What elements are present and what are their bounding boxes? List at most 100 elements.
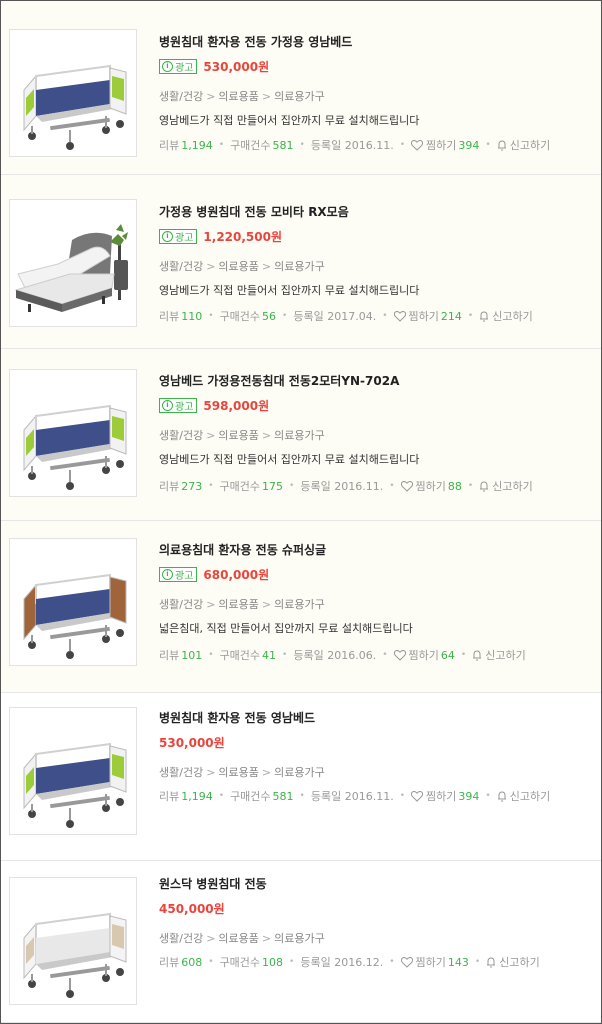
review-link[interactable]: 리뷰 110 <box>159 308 202 324</box>
product-title-link[interactable]: 병원침대 환자용 전동 가정용 영남베드 <box>159 33 352 50</box>
category-breadcrumb: 생활/건강 > 의료용품 > 의료용가구 <box>159 764 325 780</box>
product-title-link[interactable]: 가정용 병원침대 전동 모비타 RX모음 <box>159 203 349 220</box>
wish-button[interactable]: 찜하기 214 <box>393 308 462 324</box>
meta-separator: • <box>485 140 491 150</box>
report-button[interactable]: 신고하기 <box>497 788 550 804</box>
product-thumbnail[interactable] <box>9 538 137 666</box>
category-link[interactable]: 의료용품 <box>218 429 258 442</box>
report-button[interactable]: 신고하기 <box>497 137 550 153</box>
review-label: 리뷰 <box>159 139 180 152</box>
category-link[interactable]: 생활/건강 <box>159 260 203 273</box>
ad-label: 광고 <box>175 570 194 582</box>
ad-badge[interactable]: i 광고 <box>159 58 198 74</box>
report-bell-icon <box>497 139 506 150</box>
category-link[interactable]: 의료용가구 <box>274 260 325 273</box>
category-link[interactable]: 생활/건강 <box>159 598 203 611</box>
category-link[interactable]: 의료용가구 <box>274 90 325 103</box>
meta-separator: • <box>218 791 225 801</box>
category-link[interactable]: 생활/건강 <box>159 90 203 103</box>
category-breadcrumb: 생활/건강 > 의료용품 > 의료용가구 <box>159 258 325 274</box>
wish-button[interactable]: 찜하기 143 <box>400 954 469 970</box>
category-link[interactable]: 의료용가구 <box>274 598 325 611</box>
breadcrumb-separator: > <box>261 260 272 273</box>
product-item: 원스닥 병원침대 전동 450,000원 생활/건강 > 의료용품 > 의료용가구 리뷰 60… <box>1 861 601 1023</box>
report-button[interactable]: 신고하기 <box>486 954 540 970</box>
product-title-link[interactable]: 병원침대 환자용 전동 영남베드 <box>159 709 315 726</box>
category-link[interactable]: 의료용품 <box>218 766 258 779</box>
wish-button[interactable]: 찜하기 64 <box>393 647 455 663</box>
breadcrumb-separator: > <box>261 598 272 611</box>
product-meta: 리뷰 1,194 • 구매건수 581 • 등록일 2016.11. • 찜하기 39… <box>159 788 550 804</box>
category-link[interactable]: 생활/건강 <box>159 429 203 442</box>
category-link[interactable]: 의료용가구 <box>274 932 325 945</box>
review-link[interactable]: 리뷰 273 <box>159 478 202 494</box>
category-link[interactable]: 의료용품 <box>218 260 258 273</box>
meta-separator: • <box>399 791 406 801</box>
category-link[interactable]: 생활/건강 <box>159 766 203 779</box>
product-thumbnail[interactable] <box>9 199 137 327</box>
wish-button[interactable]: 찜하기 88 <box>400 478 462 494</box>
meta-separator: • <box>389 481 395 491</box>
purchase-label: 구매건수 <box>219 480 261 493</box>
ad-badge[interactable]: i 광고 <box>159 397 198 413</box>
price-row: i 광고 680,000원 <box>159 565 269 583</box>
report-button[interactable]: 신고하기 <box>479 478 533 494</box>
product-title-link[interactable]: 영남베드 가정용전동침대 전동2모터YN-702A <box>159 372 399 389</box>
product-thumbnail[interactable] <box>9 369 137 497</box>
price-row: i 광고 530,000원 <box>159 57 269 75</box>
product-title-link[interactable]: 의료용침대 환자용 전동 슈퍼싱글 <box>159 541 326 558</box>
product-thumbnail[interactable] <box>9 29 137 157</box>
meta-separator: • <box>382 311 388 321</box>
info-icon: i <box>162 399 173 411</box>
purchase-count: 175 <box>262 479 284 493</box>
meta-separator: • <box>282 311 288 321</box>
category-link[interactable]: 의료용가구 <box>274 766 325 779</box>
product-thumbnail[interactable] <box>9 877 137 1005</box>
report-label: 신고하기 <box>492 310 533 323</box>
review-count: 273 <box>181 479 203 493</box>
category-link[interactable]: 의료용품 <box>218 90 258 103</box>
meta-separator: • <box>399 140 406 150</box>
heart-icon <box>400 480 413 492</box>
registered-date: 2016.06. <box>327 648 377 662</box>
ad-label: 광고 <box>175 401 194 413</box>
breadcrumb-separator: > <box>206 260 216 273</box>
review-link[interactable]: 리뷰 1,194 <box>159 788 213 804</box>
product-item: 가정용 병원침대 전동 모비타 RX모음 i 광고 1,220,500원 생활/건강 > 의… <box>1 175 601 349</box>
report-button[interactable]: 신고하기 <box>472 647 526 663</box>
product-price: 530,000원 <box>203 59 270 74</box>
heart-icon <box>411 139 424 151</box>
heart-icon <box>393 649 406 661</box>
wish-button[interactable]: 찜하기 394 <box>411 137 479 153</box>
wish-count: 88 <box>447 479 462 493</box>
category-link[interactable]: 생활/건강 <box>159 932 203 945</box>
review-label: 리뷰 <box>159 790 180 803</box>
product-thumbnail[interactable] <box>9 707 137 835</box>
wish-button[interactable]: 찜하기 394 <box>411 788 479 804</box>
review-link[interactable]: 리뷰 608 <box>159 954 202 970</box>
purchase-count: 581 <box>272 138 294 152</box>
meta-separator: • <box>208 650 214 660</box>
wish-label: 찜하기 <box>426 790 457 803</box>
shopping-results-frame: 병원침대 환자용 전동 가정용 영남베드 i 광고 530,000원 생활/건강 > 의료용… <box>0 0 602 1024</box>
product-price: 598,000원 <box>203 398 270 413</box>
ad-badge[interactable]: i 광고 <box>159 566 198 582</box>
report-button[interactable]: 신고하기 <box>479 308 533 324</box>
purchase-label: 구매건수 <box>230 790 271 803</box>
price-row: i 광고 598,000원 <box>159 396 269 414</box>
review-link[interactable]: 리뷰 1,194 <box>159 137 213 153</box>
review-label: 리뷰 <box>159 956 180 969</box>
meta-separator: • <box>208 957 214 967</box>
category-link[interactable]: 의료용품 <box>218 932 258 945</box>
meta-separator: • <box>289 957 295 967</box>
review-link[interactable]: 리뷰 101 <box>159 647 202 663</box>
category-breadcrumb: 생활/건강 > 의료용품 > 의료용가구 <box>159 427 325 443</box>
category-link[interactable]: 의료용가구 <box>274 429 325 442</box>
ad-badge[interactable]: i 광고 <box>159 228 198 244</box>
report-label: 신고하기 <box>492 480 533 493</box>
meta-separator: • <box>299 791 305 801</box>
category-link[interactable]: 의료용품 <box>218 598 258 611</box>
report-bell-icon <box>473 649 482 660</box>
meta-separator: • <box>208 311 214 321</box>
product-title-link[interactable]: 원스닥 병원침대 전동 <box>159 875 267 892</box>
